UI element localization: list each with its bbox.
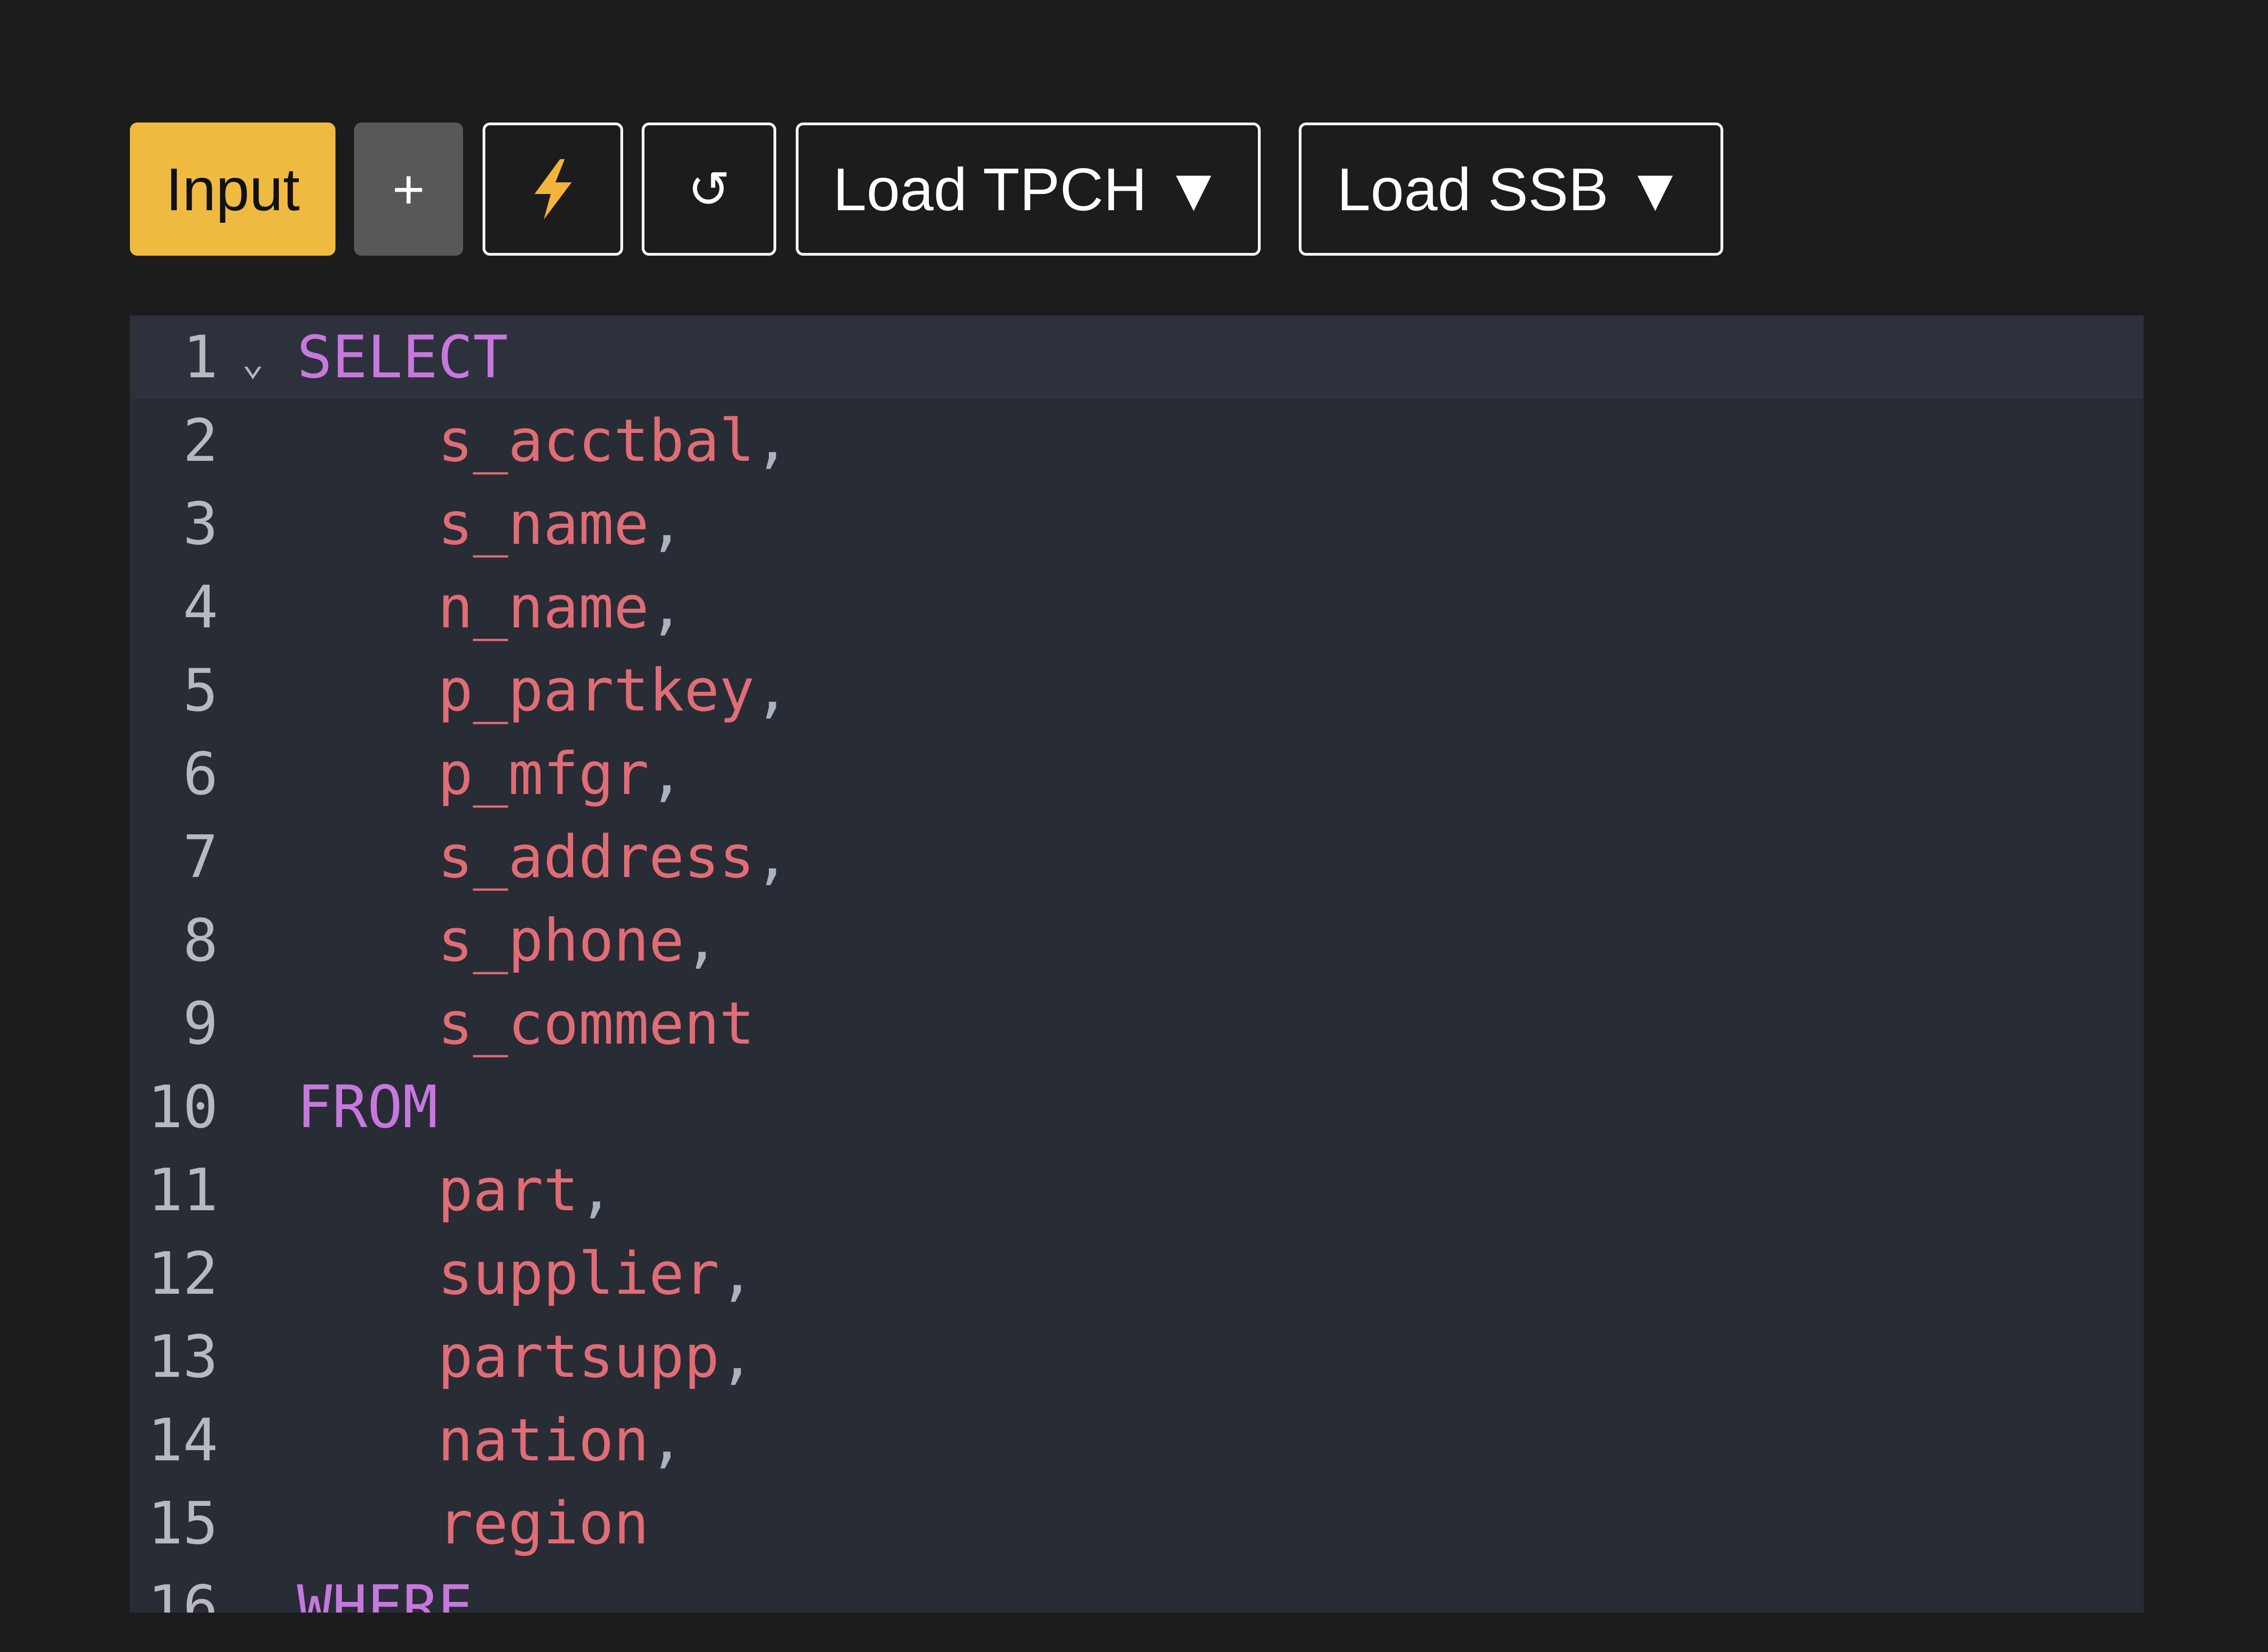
undo-icon: ↺ — [687, 161, 731, 218]
sql-punctuation: , — [719, 1239, 755, 1308]
sql-punctuation: , — [754, 823, 790, 891]
sql-keyword: SELECT — [297, 323, 509, 391]
sql-identifier: s_acctbal — [438, 406, 755, 475]
line-number: 11 — [148, 1156, 218, 1224]
lightning-bolt-icon — [534, 159, 572, 219]
line-number: 2 — [183, 406, 218, 475]
sql-punctuation: , — [578, 1156, 614, 1224]
chevron-down-icon[interactable]: ⌄ — [239, 316, 267, 408]
sql-keyword: FROM — [297, 1072, 438, 1141]
load-tpch-dropdown[interactable]: Load TPCH ▼ — [796, 123, 1261, 256]
code-line[interactable]: 14 nation, — [130, 1399, 2144, 1482]
sql-punctuation: , — [649, 490, 684, 558]
code-line[interactable]: 10 FROM — [130, 1065, 2144, 1149]
code-line[interactable]: 7 s_address, — [130, 815, 2144, 899]
add-button[interactable]: + — [354, 123, 463, 256]
code-line[interactable]: 9 s_comment — [130, 982, 2144, 1065]
code-line[interactable]: 4 n_name, — [130, 566, 2144, 649]
run-button[interactable] — [483, 123, 623, 256]
code-line[interactable]: 5 p_partkey, — [130, 649, 2144, 732]
load-ssb-dropdown[interactable]: Load SSB ▼ — [1299, 123, 1723, 256]
line-number: 13 — [148, 1323, 218, 1391]
line-number: 3 — [183, 490, 218, 558]
code-text: s_acctbal, — [297, 399, 790, 483]
sql-punctuation: , — [649, 1406, 684, 1474]
line-number: 9 — [183, 989, 218, 1058]
code-line[interactable]: 12 supplier, — [130, 1232, 2144, 1316]
line-number: 4 — [183, 573, 218, 641]
toolbar: Input + ↺ Load TPCH ▼ Load SSB ▼ — [130, 123, 1723, 256]
line-number: 8 — [183, 906, 218, 974]
code-line[interactable]: 15 region — [130, 1482, 2144, 1565]
sql-punctuation: , — [719, 1323, 755, 1391]
sql-identifier: s_address — [438, 823, 755, 891]
code-text: p_mfgr, — [297, 732, 684, 816]
line-number: 15 — [148, 1489, 218, 1557]
code-line[interactable]: 3 s_name, — [130, 482, 2144, 566]
code-text: s_comment — [297, 982, 754, 1065]
line-number: 16 — [148, 1572, 218, 1613]
input-button[interactable]: Input — [130, 123, 335, 256]
sql-identifier: partsupp — [438, 1323, 720, 1391]
sql-identifier: s_phone — [438, 906, 684, 974]
sql-identifier: n_name — [438, 573, 649, 641]
sql-identifier: s_name — [438, 490, 649, 558]
code-text: part, — [297, 1149, 614, 1232]
line-number: 14 — [148, 1406, 218, 1474]
sql-punctuation: , — [649, 573, 684, 641]
code-line[interactable]: 16 WHERE — [130, 1565, 2144, 1613]
sql-punctuation: , — [754, 406, 790, 475]
code-text: s_address, — [297, 815, 790, 899]
sql-identifier: part — [438, 1156, 579, 1224]
sql-identifier: region — [438, 1489, 649, 1557]
sql-identifier: p_mfgr — [438, 739, 649, 808]
line-number: 1 — [183, 323, 218, 391]
code-text: n_name, — [297, 566, 684, 649]
sql-punctuation: , — [684, 906, 720, 974]
sql-identifier: nation — [438, 1406, 649, 1474]
sql-punctuation: , — [649, 739, 684, 808]
line-number: 7 — [183, 823, 218, 891]
code-line[interactable]: 1 ⌄ SELECT — [130, 316, 2144, 399]
sql-identifier: s_comment — [438, 989, 755, 1058]
line-number: 6 — [183, 739, 218, 808]
undo-button[interactable]: ↺ — [642, 123, 776, 256]
sql-punctuation: , — [754, 656, 790, 724]
code-line[interactable]: 11 part, — [130, 1149, 2144, 1232]
code-line[interactable]: 6 p_mfgr, — [130, 732, 2144, 816]
code-text: region — [297, 1482, 649, 1565]
line-number: 10 — [148, 1072, 218, 1141]
line-number: 5 — [183, 656, 218, 724]
code-line[interactable]: 8 s_phone, — [130, 899, 2144, 982]
sql-identifier: supplier — [438, 1239, 720, 1308]
code-text: supplier, — [297, 1232, 754, 1316]
code-text: SELECT — [297, 316, 508, 399]
code-text: nation, — [297, 1399, 684, 1482]
code-text: FROM — [297, 1065, 438, 1149]
code-line[interactable]: 13 partsupp, — [130, 1315, 2144, 1399]
code-text: s_name, — [297, 482, 684, 566]
sql-keyword: WHERE — [297, 1572, 473, 1613]
code-line[interactable]: 2 s_acctbal, — [130, 399, 2144, 483]
code-text: p_partkey, — [297, 649, 790, 732]
code-text: WHERE — [297, 1565, 473, 1613]
line-number: 12 — [148, 1239, 218, 1308]
sql-identifier: p_partkey — [438, 656, 755, 724]
code-editor[interactable]: 1 ⌄ SELECT 2 s_acctbal, 3 s_name, 4 n_name, 5 … — [130, 316, 2144, 1613]
code-text: s_phone, — [297, 899, 719, 982]
code-text: partsupp, — [297, 1315, 754, 1399]
